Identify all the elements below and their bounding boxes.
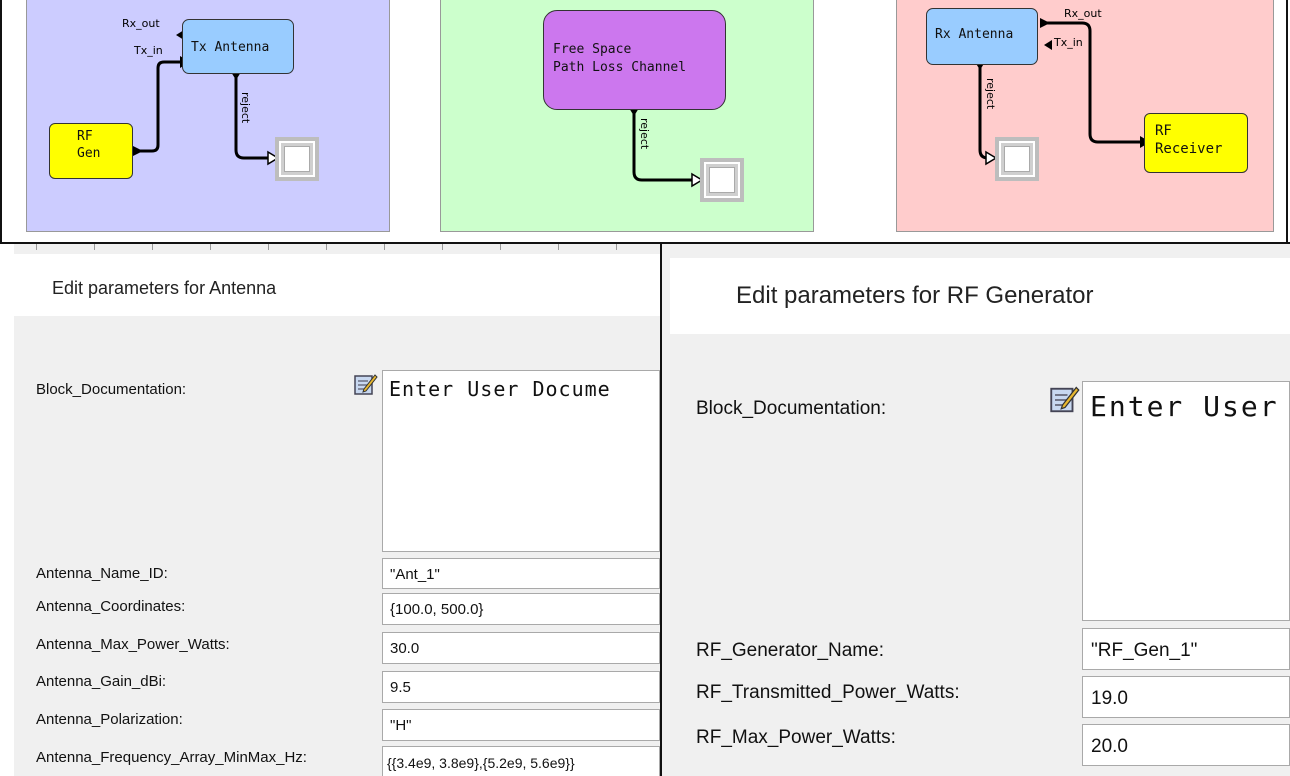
param-label: Antenna_Gain_dBi: bbox=[36, 673, 167, 690]
tx-port-tx-in: Tx_in bbox=[134, 44, 163, 57]
param-label: Antenna_Coordinates: bbox=[36, 598, 186, 615]
ruler-tick bbox=[384, 244, 385, 250]
ruler-tick bbox=[152, 244, 153, 250]
channel-reject-terminator[interactable] bbox=[700, 158, 744, 202]
antenna-doc-textarea[interactable]: Enter User Docume bbox=[382, 370, 660, 552]
ruler-tick bbox=[268, 244, 269, 250]
rf-generator-name-field[interactable]: "RF_Gen_1" bbox=[1082, 628, 1290, 670]
channel-label: Free Space Path Loss Channel bbox=[553, 42, 687, 75]
antenna-parameters-panel: Edit parameters for Antenna Block_Docume… bbox=[14, 244, 660, 776]
rf-gen-block[interactable]: RF Gen bbox=[49, 123, 133, 179]
free-space-channel-block[interactable]: Free Space Path Loss Channel bbox=[543, 10, 726, 110]
rf-receiver-label: RF Receiver bbox=[1155, 123, 1223, 157]
tx-port-rx-out: Rx_out bbox=[122, 17, 160, 30]
rx-antenna-label: Rx Antenna bbox=[935, 27, 1014, 42]
antenna-max-power-field[interactable]: 30.0 bbox=[382, 632, 660, 664]
ruler-tick bbox=[94, 244, 95, 250]
tx-reject-label: reject bbox=[239, 92, 252, 124]
edit-documentation-icon[interactable] bbox=[1050, 386, 1080, 414]
channel-reject-label: reject bbox=[638, 118, 651, 150]
antenna-frequency-array-field[interactable]: {{3.4e9, 3.8e9},{5.2e9, 5.6e9}} bbox=[382, 746, 660, 776]
ruler-tick bbox=[36, 244, 37, 250]
antenna-doc-label: Block_Documentation: bbox=[36, 381, 187, 398]
antenna-panel-title: Edit parameters for Antenna bbox=[14, 254, 660, 316]
rf-generator-parameters-panel: Edit parameters for RF Generator Block_D… bbox=[662, 244, 1290, 776]
rx-antenna-block[interactable]: Rx Antenna bbox=[926, 8, 1038, 65]
ruler-tick bbox=[326, 244, 327, 250]
tx-reject-terminator[interactable] bbox=[275, 137, 319, 181]
rx-reject-terminator[interactable] bbox=[995, 137, 1039, 181]
rf-receiver-block[interactable]: RF Receiver bbox=[1144, 113, 1248, 173]
rf-panel-title: Edit parameters for RF Generator bbox=[670, 258, 1290, 334]
antenna-name-id-field[interactable]: "Ant_1" bbox=[382, 558, 660, 589]
tx-antenna-block[interactable]: Tx Antenna bbox=[182, 19, 294, 74]
antenna-gain-field[interactable]: 9.5 bbox=[382, 671, 660, 703]
rf-doc-label: Block_Documentation: bbox=[696, 398, 887, 419]
horizontal-divider bbox=[0, 242, 1290, 244]
rx-port-tx-in: Tx_in bbox=[1054, 36, 1083, 49]
rf-transmitted-power-field[interactable]: 19.0 bbox=[1082, 676, 1290, 718]
ruler-tick bbox=[616, 244, 617, 250]
param-label: Antenna_Max_Power_Watts: bbox=[36, 636, 230, 653]
rf-gen-label: RF Gen bbox=[77, 129, 101, 161]
rf-max-power-field[interactable]: 20.0 bbox=[1082, 724, 1290, 766]
ruler-tick bbox=[558, 244, 559, 250]
block-diagram-area: RF Gen Tx Antenna Rx_out Tx_in reject Fr… bbox=[0, 0, 1290, 244]
param-label: Antenna_Polarization: bbox=[36, 711, 183, 728]
param-label: RF_Transmitted_Power_Watts: bbox=[696, 682, 960, 703]
ruler-tick bbox=[442, 244, 443, 250]
antenna-coordinates-field[interactable]: {100.0, 500.0} bbox=[382, 593, 660, 625]
rx-port-rx-out: Rx_out bbox=[1064, 7, 1102, 20]
param-label: RF_Generator_Name: bbox=[696, 640, 884, 661]
rx-reject-label: reject bbox=[984, 78, 997, 110]
antenna-polarization-field[interactable]: "H" bbox=[382, 709, 660, 741]
ruler-tick bbox=[210, 244, 211, 250]
tx-antenna-label: Tx Antenna bbox=[191, 40, 270, 55]
param-label: Antenna_Name_ID: bbox=[36, 565, 168, 582]
wire-rfgen-to-txin bbox=[133, 60, 180, 153]
param-label: Antenna_Frequency_Array_MinMax_Hz: bbox=[36, 749, 307, 766]
vertical-divider bbox=[660, 242, 662, 776]
ruler-tick bbox=[500, 244, 501, 250]
edit-documentation-icon[interactable] bbox=[354, 374, 378, 396]
rf-doc-textarea[interactable]: Enter User bbox=[1082, 381, 1290, 621]
param-label: RF_Max_Power_Watts: bbox=[696, 727, 896, 748]
